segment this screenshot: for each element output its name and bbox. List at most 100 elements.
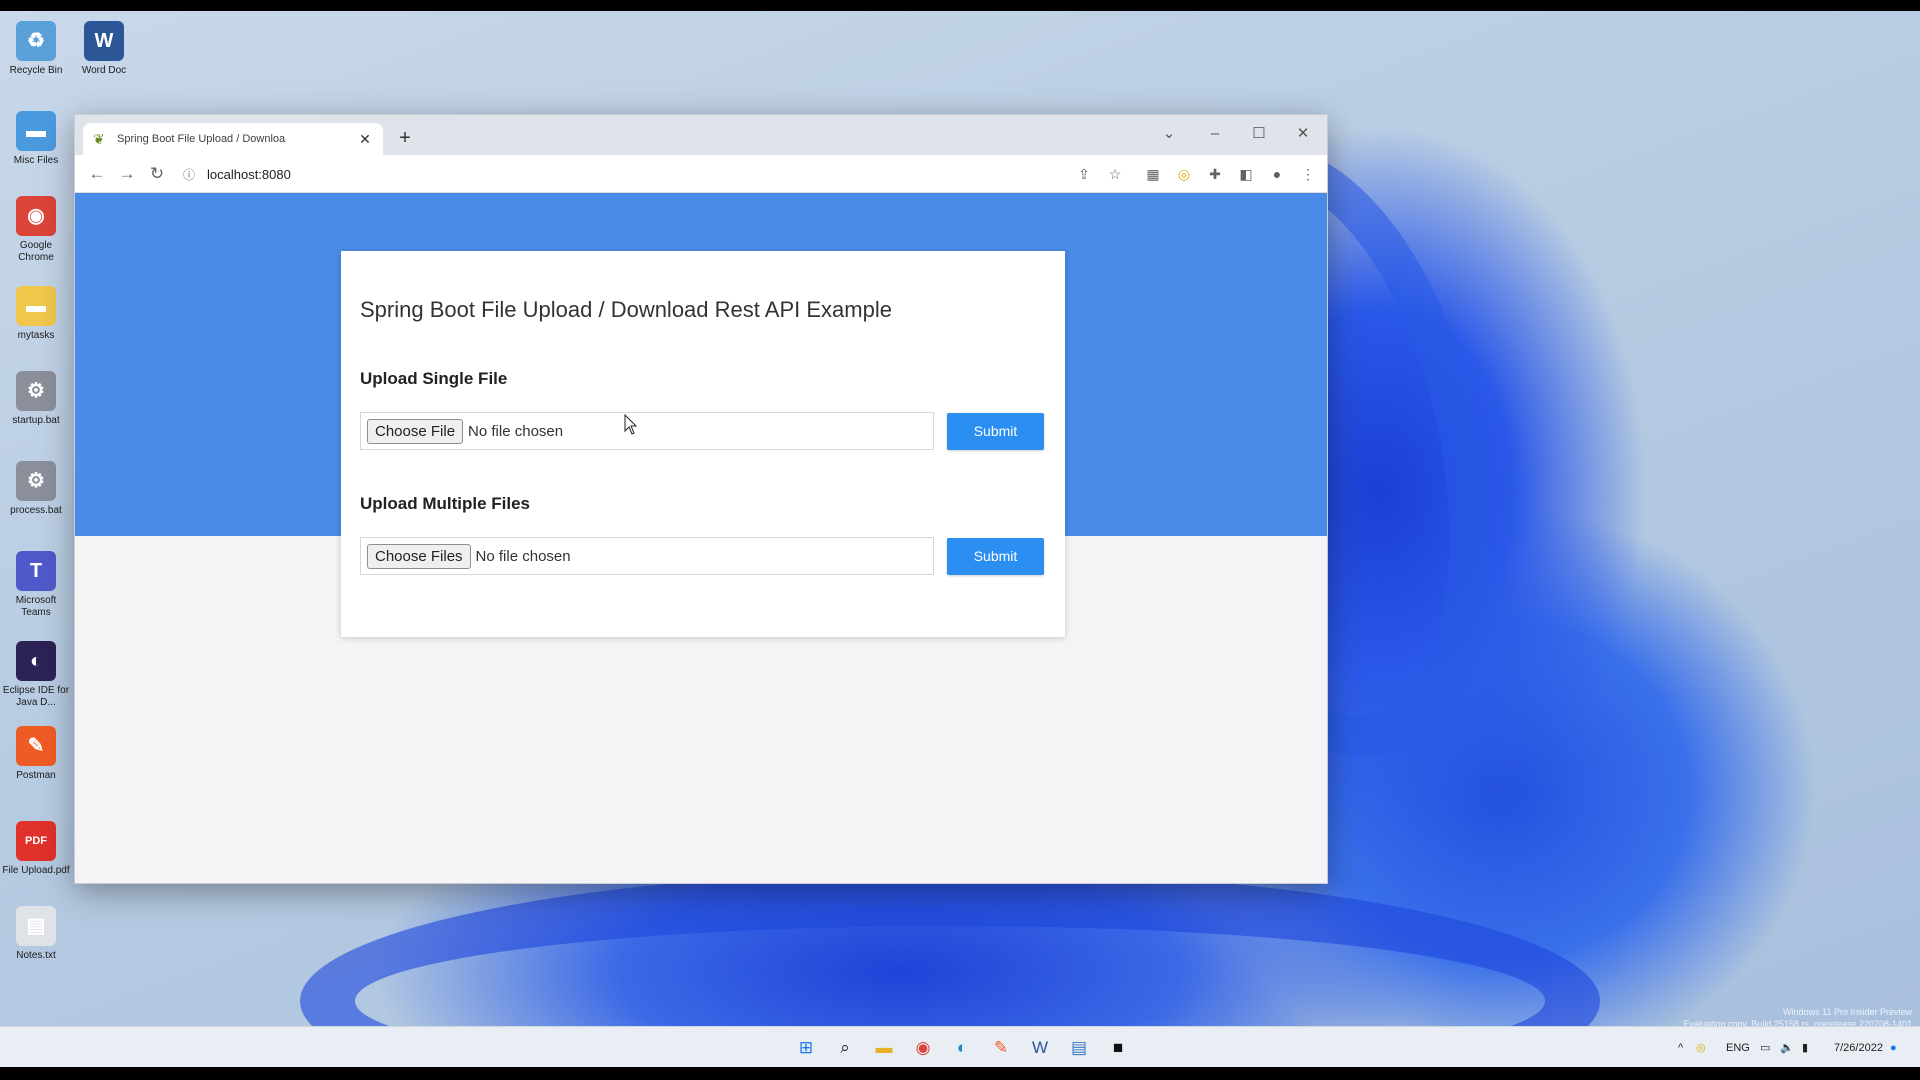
tab-title: Spring Boot File Upload / Downloa	[117, 133, 286, 145]
gear-file-icon: ⚙	[16, 371, 56, 411]
pdf-icon: PDF	[16, 821, 56, 861]
url-text: localhost:8080	[207, 166, 291, 182]
desktop-icon-label: mytasks	[17, 330, 55, 341]
share-icon[interactable]: ⇪	[1071, 161, 1097, 187]
terminal-icon[interactable]: ■	[1104, 1034, 1132, 1062]
desktop-icon[interactable]: ◐ Eclipse IDE for Java D...	[2, 641, 70, 709]
watermark-line2: Evaluation copy. Build 25158.rs_prerelea…	[1683, 1019, 1913, 1026]
menu-kebab-icon[interactable]: ⋮	[1295, 161, 1321, 187]
postman-taskbar-icon[interactable]: ✎	[987, 1034, 1015, 1062]
desktop-icon-label: process.bat	[10, 505, 62, 516]
letterbox-bottom	[0, 1067, 1920, 1080]
new-tab-button[interactable]: +	[393, 127, 417, 151]
watermark-line1: Windows 11 Pro Insider Preview	[1783, 1007, 1912, 1017]
search-icon[interactable]: ⌕	[831, 1034, 859, 1062]
profile-icon[interactable]: ●	[1264, 161, 1290, 187]
page-viewport: Spring Boot File Upload / Download Rest …	[75, 193, 1327, 883]
reload-icon[interactable]: ↻	[143, 161, 171, 187]
desktop-icon-label: Word Doc	[81, 65, 127, 76]
tab-search-icon[interactable]: ⌄	[1149, 121, 1189, 147]
volume-icon[interactable]: 🔈	[1780, 1035, 1794, 1061]
wallpaper-swirl	[300, 871, 1600, 1026]
multiple-submit-button[interactable]: Submit	[947, 538, 1044, 575]
start-windows-icon[interactable]: ⊞	[792, 1034, 820, 1062]
extension-icon[interactable]: ▦	[1140, 161, 1166, 187]
folder-icon: ▬	[16, 111, 56, 151]
desktop-icon[interactable]: ▬ Misc Files	[2, 111, 70, 167]
browser-window: ❦ Spring Boot File Upload / Downloa ✕ + …	[74, 114, 1328, 884]
desktop-icon[interactable]: ▬ mytasks	[2, 286, 70, 342]
desktop-icon-label: Microsoft Teams	[15, 595, 57, 618]
notepad-icon[interactable]: ▤	[1065, 1034, 1093, 1062]
gear-file-icon: ⚙	[16, 461, 56, 501]
desktop-icon-label: startup.bat	[12, 415, 60, 426]
folder-icon: ▬	[16, 286, 56, 326]
battery-icon[interactable]: ▮	[1802, 1035, 1808, 1061]
desktop-icon[interactable]: ✎ Postman	[2, 726, 70, 782]
desktop-icon[interactable]: W Word Doc	[70, 21, 138, 77]
desktop-icon-label: Misc Files	[13, 155, 59, 166]
desktop-icon[interactable]: ▤ Notes.txt	[2, 906, 70, 962]
desktop-icon[interactable]: ♻ Recycle Bin	[2, 21, 70, 77]
desktop-icon-label: Google Chrome	[18, 240, 54, 263]
clock-date[interactable]: 7/26/2022	[1834, 1035, 1883, 1061]
browser-tab[interactable]: ❦ Spring Boot File Upload / Downloa ✕	[83, 123, 383, 155]
maximize-button[interactable]: ☐	[1239, 121, 1279, 147]
word-icon: W	[84, 21, 124, 61]
extension-icon[interactable]: ◎	[1171, 161, 1197, 187]
upload-card: Spring Boot File Upload / Download Rest …	[341, 251, 1065, 637]
notifications-icon[interactable]: ●	[1890, 1035, 1897, 1061]
browser-toolbar: ← → ↻ ⓘ localhost:8080 ⇪ ☆ ▦ ◎ ✚ ◧ ● ⋮	[75, 155, 1327, 193]
choose-file-button[interactable]: Choose File	[367, 418, 464, 444]
chrome-taskbar-icon[interactable]: ◉	[909, 1034, 937, 1062]
desktop-icon[interactable]: T Microsoft Teams	[2, 551, 70, 619]
teams-icon: T	[16, 551, 56, 591]
taskbar: ⊞ ⌕ ▬ ◉ ◐ ✎ W ▤ ■ ^ ◎ ENG ▭ 🔈 ▮ 7/26/202…	[0, 1026, 1920, 1067]
language-indicator[interactable]: ENG	[1726, 1035, 1750, 1061]
edge-icon[interactable]: ◐	[948, 1034, 976, 1062]
desktop-icon-label: Postman	[16, 770, 56, 781]
multiple-file-status: No file chosen	[475, 547, 571, 565]
desktop-icon[interactable]: ◉ Google Chrome	[2, 196, 70, 264]
back-icon[interactable]: ←	[83, 161, 111, 187]
desktop-icon-label: File Upload.pdf	[2, 865, 70, 876]
side-panel-icon[interactable]: ◧	[1233, 161, 1259, 187]
site-info-icon[interactable]: ⓘ	[179, 166, 199, 183]
desktop-icon[interactable]: PDF File Upload.pdf	[2, 821, 70, 877]
multiple-files-input[interactable]: Choose Files No file chosen	[360, 537, 934, 575]
single-file-status: No file chosen	[468, 422, 564, 440]
file-explorer-icon[interactable]: ▬	[870, 1034, 898, 1062]
desktop-icon-label: Eclipse IDE for Java D...	[2, 685, 70, 708]
multiple-upload-title: Upload Multiple Files	[360, 494, 531, 513]
single-file-input[interactable]: Choose File No file chosen	[360, 412, 934, 450]
desktop-icon-label: Recycle Bin	[9, 65, 63, 76]
minimize-button[interactable]: –	[1195, 121, 1235, 147]
letterbox-top	[0, 0, 1920, 11]
choose-files-button[interactable]: Choose Files	[367, 543, 471, 569]
windows-watermark: Windows 11 Pro Insider Preview Evaluatio…	[1684, 1006, 1913, 1026]
word-taskbar-icon[interactable]: W	[1026, 1034, 1054, 1062]
network-icon[interactable]: ▭	[1760, 1035, 1770, 1061]
tray-app-icon[interactable]: ◎	[1696, 1035, 1706, 1061]
tray-chevron-icon[interactable]: ^	[1678, 1035, 1683, 1061]
extensions-puzzle-icon[interactable]: ✚	[1202, 161, 1228, 187]
recycle-bin-icon: ♻	[16, 21, 56, 61]
single-submit-button[interactable]: Submit	[947, 413, 1044, 450]
postman-icon: ✎	[16, 726, 56, 766]
forward-icon[interactable]: →	[113, 161, 141, 187]
single-upload-title: Upload Single File	[360, 369, 508, 388]
desktop-icon-label: Notes.txt	[16, 950, 56, 961]
text-file-icon: ▤	[16, 906, 56, 946]
chrome-icon: ◉	[16, 196, 56, 236]
address-bar[interactable]: ⓘ localhost:8080	[179, 159, 1139, 189]
tab-close-icon[interactable]: ✕	[357, 131, 373, 148]
title-bar: ❦ Spring Boot File Upload / Downloa ✕ + …	[75, 115, 1327, 155]
page-title: Spring Boot File Upload / Download Rest …	[360, 297, 892, 322]
eclipse-icon: ◐	[16, 641, 56, 681]
bookmark-star-icon[interactable]: ☆	[1102, 161, 1128, 187]
desktop-icon[interactable]: ⚙ process.bat	[2, 461, 70, 517]
close-window-button[interactable]: ✕	[1283, 121, 1323, 147]
spring-favicon-icon: ❦	[93, 131, 105, 147]
mouse-pointer-icon	[624, 414, 638, 435]
desktop-icon[interactable]: ⚙ startup.bat	[2, 371, 70, 427]
